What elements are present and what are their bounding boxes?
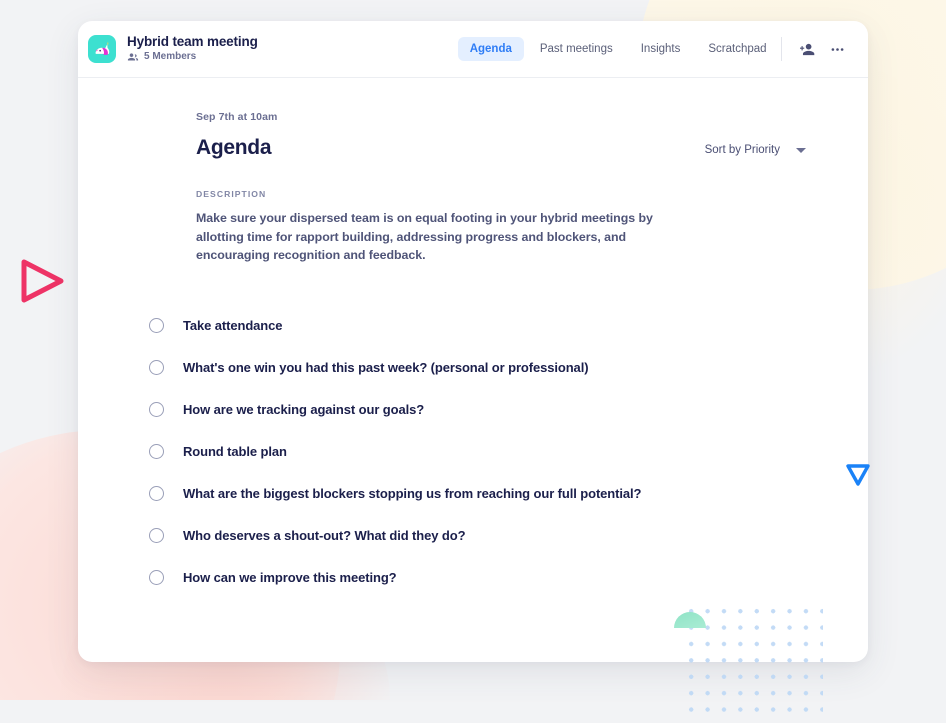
list-item[interactable]: Round table plan bbox=[149, 431, 868, 473]
card-header: Hybrid team meeting 5 Members Agenda Pas… bbox=[78, 21, 868, 78]
checkbox-circle-icon[interactable] bbox=[149, 570, 164, 586]
list-item[interactable]: How can we improve this meeting? bbox=[149, 557, 868, 599]
checkbox-circle-icon[interactable] bbox=[149, 528, 164, 544]
meeting-card: Hybrid team meeting 5 Members Agenda Pas… bbox=[78, 21, 868, 662]
list-item[interactable]: What's one win you had this past week? (… bbox=[149, 347, 868, 389]
person-add-icon[interactable] bbox=[798, 41, 815, 58]
tab-insights[interactable]: Insights bbox=[629, 37, 693, 61]
checkbox-circle-icon[interactable] bbox=[149, 486, 164, 502]
tab-bar: Agenda Past meetings Insights Scratchpad bbox=[457, 37, 779, 61]
card-body: Sep 7th at 10am Agenda Sort by Priority … bbox=[78, 78, 868, 599]
page-title: Hybrid team meeting bbox=[127, 33, 258, 49]
members-row: 5 Members bbox=[127, 51, 258, 63]
description-text: Make sure your dispersed team is on equa… bbox=[196, 211, 653, 263]
checkbox-circle-icon[interactable] bbox=[149, 444, 164, 460]
chevron-down-icon bbox=[796, 147, 806, 153]
tab-scratchpad[interactable]: Scratchpad bbox=[696, 37, 778, 61]
people-icon bbox=[127, 53, 139, 61]
tab-agenda[interactable]: Agenda bbox=[457, 37, 524, 61]
list-item[interactable]: Take attendance bbox=[149, 305, 868, 347]
list-item[interactable]: What are the biggest blockers stopping u… bbox=[149, 473, 868, 515]
unicorn-logo-icon bbox=[88, 35, 116, 63]
brand-text: Hybrid team meeting 5 Members bbox=[127, 35, 258, 64]
agenda-list: Take attendance What's one win you had t… bbox=[149, 305, 868, 599]
checkbox-circle-icon[interactable] bbox=[149, 360, 164, 376]
header-divider bbox=[781, 37, 782, 61]
members-count: 5 Members bbox=[144, 51, 197, 63]
list-item[interactable]: How are we tracking against our goals? bbox=[149, 389, 868, 431]
list-item-label: How can we improve this meeting? bbox=[183, 570, 397, 586]
more-horizontal-icon[interactable] bbox=[829, 41, 846, 58]
checkbox-circle-icon[interactable] bbox=[149, 318, 164, 334]
list-item-label: What are the biggest blockers stopping u… bbox=[183, 486, 642, 502]
play-triangle-outline-icon bbox=[21, 259, 64, 303]
sort-dropdown[interactable]: Sort by Priority bbox=[705, 144, 806, 158]
list-item-label: Who deserves a shout-out? What did they … bbox=[183, 528, 466, 544]
list-item-label: Round table plan bbox=[183, 444, 287, 460]
triangle-down-outline-icon bbox=[846, 464, 870, 486]
brand-block: Hybrid team meeting 5 Members bbox=[78, 35, 258, 64]
list-item-label: How are we tracking against our goals? bbox=[183, 402, 425, 418]
list-item[interactable]: Who deserves a shout-out? What did they … bbox=[149, 515, 868, 557]
list-item-label: What's one win you had this past week? (… bbox=[183, 360, 589, 376]
meeting-datetime: Sep 7th at 10am bbox=[196, 111, 278, 123]
checkbox-circle-icon[interactable] bbox=[149, 402, 164, 418]
agenda-heading: Agenda bbox=[196, 136, 272, 159]
list-item-label: Take attendance bbox=[183, 318, 283, 334]
header-actions bbox=[781, 37, 846, 61]
tab-past-meetings[interactable]: Past meetings bbox=[528, 37, 625, 61]
sort-dropdown-label: Sort by Priority bbox=[704, 144, 780, 156]
title-row: Agenda Sort by Priority bbox=[196, 137, 868, 158]
description-label: DESCRIPTION bbox=[196, 189, 267, 199]
